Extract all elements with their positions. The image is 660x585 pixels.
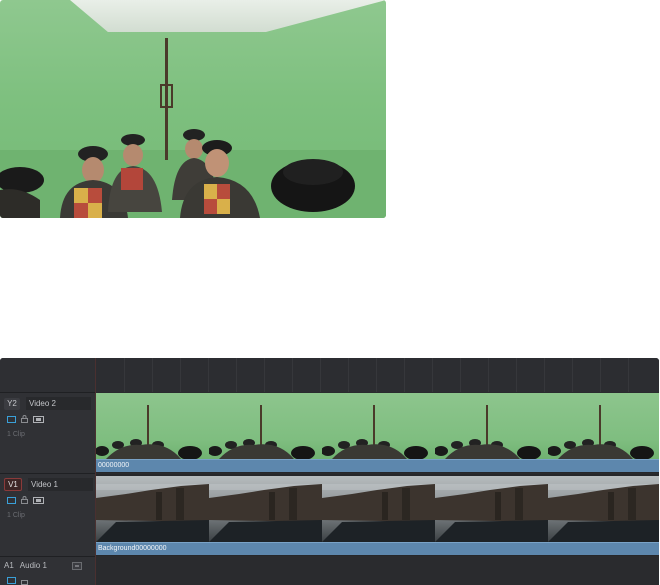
clip-thumbnails-video-2[interactable] (96, 393, 659, 459)
monitor-icon[interactable] (7, 577, 16, 584)
clip-thumbnail (209, 393, 322, 459)
clip-thumbnail (209, 476, 322, 542)
clip-thumbnail (322, 393, 435, 459)
track-id-v2[interactable]: Y2 (4, 397, 20, 410)
lock-icon[interactable] (21, 415, 28, 423)
lock-icon[interactable] (21, 496, 28, 504)
track-lane-video-2[interactable]: 00000000 (96, 393, 659, 473)
clip-thumbnail (96, 393, 209, 459)
clip-thumbnail (548, 476, 659, 542)
clip-thumbnail (96, 476, 209, 542)
timeline-panel: Y2 Video 2 1 Clip V1 Video 1 1 Clip A1 A… (0, 358, 659, 585)
clip-name-bar-video-1[interactable]: Background00000000 (96, 542, 659, 555)
green-screen-scene-illustration (0, 38, 355, 218)
clip-thumbnail (435, 476, 548, 542)
clip-name-video-2: 00000000 (98, 462, 130, 469)
clip-thumbnails-video-1[interactable] (96, 476, 659, 542)
track-name-video-1[interactable]: Video 1 (28, 478, 93, 491)
clip-thumbnail (435, 393, 548, 459)
track-lane-video-1[interactable]: Background00000000 (96, 474, 659, 556)
monitor-icon[interactable] (7, 415, 16, 423)
monitor-icon[interactable] (7, 496, 16, 504)
clip-name-bar-video-2[interactable]: 00000000 (96, 459, 659, 472)
clip-count-video-2: 1 Clip (7, 431, 25, 438)
auto-select-icon[interactable] (33, 496, 44, 504)
clip-thumbnail (322, 476, 435, 542)
track-id-v1[interactable]: V1 (4, 478, 22, 491)
auto-select-icon[interactable] (33, 415, 44, 423)
track-header-audio-1[interactable]: A1 Audio 1 (0, 556, 95, 585)
lock-icon[interactable] (21, 577, 28, 585)
clip-count-video-1: 1 Clip (7, 512, 25, 519)
record-arm-icon[interactable] (71, 561, 82, 570)
track-headers: Y2 Video 2 1 Clip V1 Video 1 1 Clip A1 A… (0, 358, 96, 585)
track-name-video-2[interactable]: Video 2 (26, 397, 91, 410)
viewer-preview-image (0, 0, 386, 218)
clip-thumbnail (548, 393, 659, 459)
track-header-video-2[interactable]: Y2 Video 2 1 Clip (0, 392, 95, 473)
track-header-video-1[interactable]: V1 Video 1 1 Clip (0, 473, 95, 556)
timeline-ruler[interactable] (96, 358, 659, 392)
track-lane-audio-1[interactable] (96, 557, 659, 585)
track-id-a1[interactable]: A1 (4, 561, 14, 570)
track-name-audio-1[interactable]: Audio 1 (20, 561, 66, 570)
clip-name-video-1: Background00000000 (98, 545, 167, 552)
